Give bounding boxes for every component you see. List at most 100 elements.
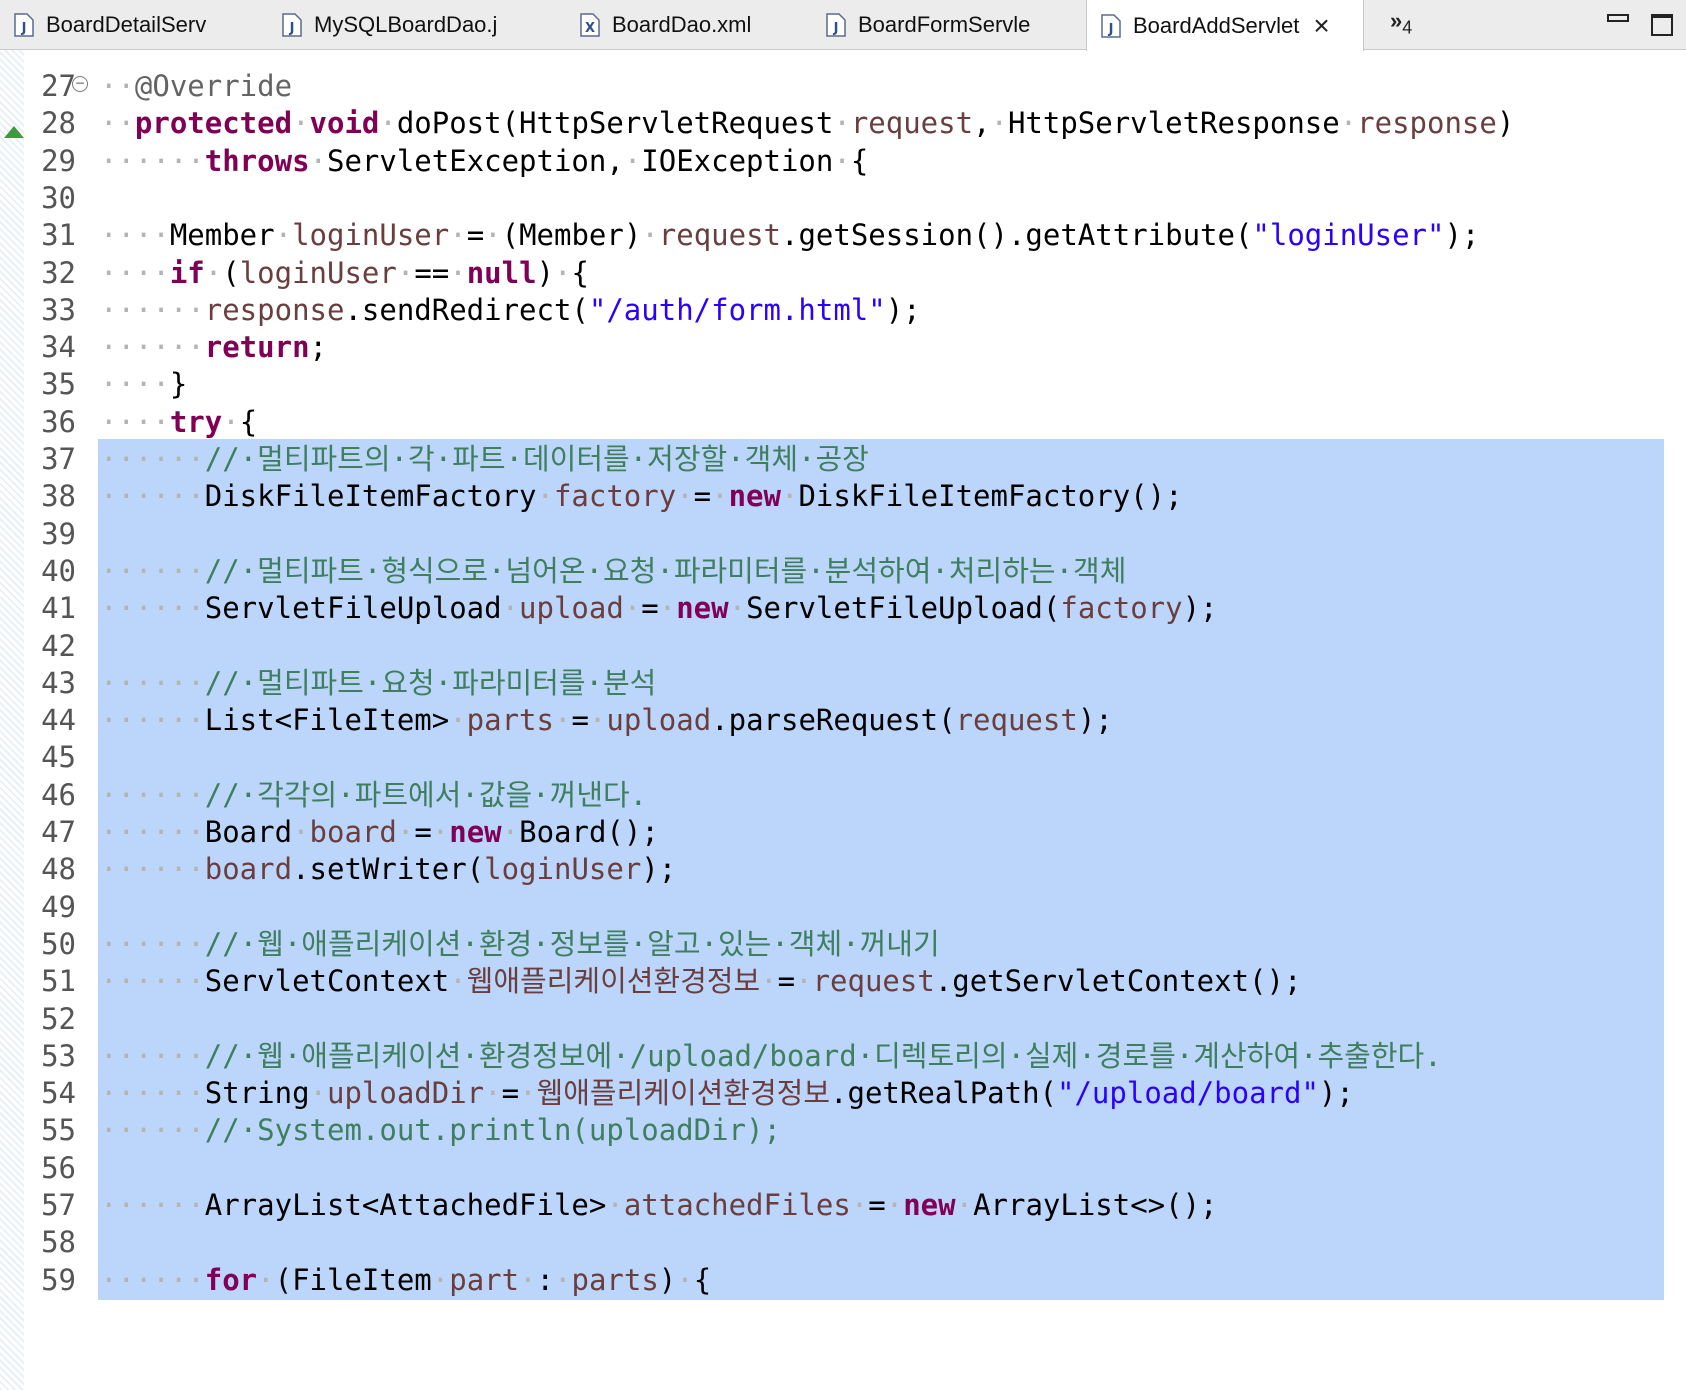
code-token: throws [204,143,310,178]
code-line[interactable]: 50 ······//·웹·애플리케이션·환경·정보를·알고·있는·객체·꺼내기 [0,923,1686,964]
code-line[interactable]: 38 ······DiskFileItemFactory·factory·=·ne… [0,476,1686,517]
code-line[interactable]: 30 [0,178,1686,218]
code-line[interactable]: 43 ······//·멀티파트·요청·파라미터를·분석 [0,662,1686,703]
code-token: · [501,591,520,626]
tab-label: BoardDao.xml [612,12,752,37]
code-token: · [309,143,327,178]
code-line[interactable]: 56 [0,1147,1686,1188]
code-token: , [973,106,991,141]
code-text: ······return; [100,327,327,367]
code-token: ······ [100,1262,205,1297]
code-text: ··@Override [100,66,292,106]
code-editor[interactable]: 27− ··@Override 28 ··protected·void·doPost(… [0,50,1686,1390]
code-line[interactable]: 42 [0,625,1686,666]
code-token: List<FileItem> [204,703,450,738]
code-line[interactable]: 46 ······//·각각의·파트에서·값을·꺼낸다. [0,774,1686,815]
code-line[interactable]: 51 ······ServletContext·웹애플리케이션환경정보·=·req… [0,961,1686,1002]
code-line[interactable]: 34 ······return; [0,327,1686,367]
code-token: = [693,479,712,514]
tab-label: BoardDetailServ [46,12,207,37]
line-number: 42 [41,628,76,663]
code-text: ······//·멀티파트·형식으로·넘어온·요청·파라미터를·분석하여·처리하… [100,551,1126,591]
code-line[interactable]: 37 ······//·멀티파트의·각·파트·데이터를·저장할·객체·공장 [0,439,1686,479]
code-line[interactable]: 44 ······List<FileItem>·parts·=·upload.pa… [0,700,1686,741]
code-token: · [222,404,240,439]
code-line[interactable]: 40 ······//·멀티파트·형식으로·넘어온·요청·파라미터를·분석하여·처… [0,550,1686,591]
code-token: · [309,1076,327,1111]
code-text: ······//·각각의·파트에서·값을·꺼낸다. [100,775,647,815]
line-number: 55 [41,1113,76,1148]
code-line[interactable]: 48 ······board.setWriter(loginUser); [0,849,1686,890]
code-token: //·웹·애플리케이션·환경정보에·/upload/board·디렉토리의·실제… [204,1038,1442,1073]
code-token: factory [1060,591,1183,626]
code-token: String [204,1076,310,1111]
code-line[interactable]: 54 ······String·uploadDir·=·웹애플리케이션환경정보.g… [0,1073,1686,1114]
code-line[interactable]: 58 [0,1222,1686,1263]
code-token: return [204,330,310,365]
code-text: ······String·uploadDir·=·웹애플리케이션환경정보.get… [100,1073,1354,1113]
code-token: · [396,255,415,290]
code-token: new [449,815,502,849]
line-number: 47 [41,815,76,849]
code-token: //·멀티파트·요청·파라미터를·분석 [204,665,657,700]
code-token: ······ [100,143,205,178]
code-token: · [292,815,310,849]
code-token: · [431,815,450,849]
code-line[interactable]: 36 ····try·{ [0,402,1686,442]
code-token: try [169,404,223,439]
code-line[interactable]: 45 [0,737,1686,778]
line-number: 54 [41,1076,76,1111]
code-line[interactable]: 35 ····} [0,364,1686,404]
code-token: · [274,218,293,253]
tab-mysql-board-dao[interactable]: J MySQLBoardDao.j [268,0,568,50]
code-token: ······ [100,777,205,812]
tab-board-detail-servlet[interactable]: J BoardDetailServ [0,0,260,50]
code-token: .sendRedirect( [344,292,589,327]
code-token: response [204,292,345,327]
tab-board-dao-xml[interactable]: X BoardDao.xml [566,0,816,50]
code-token: loginUser [292,218,450,253]
line-number: 33 [41,292,76,327]
code-token: //·각각의·파트에서·값을·꺼낸다. [204,777,648,812]
java-file-icon: J [1101,13,1121,38]
code-line[interactable]: 47 ······Board·board·=·new·Board(); [0,812,1686,852]
tab-board-add-servlet[interactable]: J BoardAddServlet × [1086,0,1364,51]
fold-toggle-icon[interactable]: − [72,76,88,92]
code-token: · [955,1188,974,1222]
code-line[interactable]: 57 ······ArrayList<AttachedFile>·attached… [0,1185,1686,1225]
code-line[interactable]: 31 ····Member·loginUser·=·(Member)·reques… [0,215,1686,255]
maximize-icon[interactable] [1651,14,1673,36]
selection-highlight [98,513,1664,554]
code-line[interactable]: 27− ··@Override [0,66,1686,106]
code-line[interactable]: 52 [0,998,1686,1039]
code-line[interactable]: 32 ····if·(loginUser·==·null)·{ [0,253,1686,293]
tab-board-form-servlet[interactable]: J BoardFormServle [812,0,1082,50]
code-line[interactable]: 59 ······for·(FileItem·part·:·parts)·{ [0,1259,1686,1300]
code-line[interactable]: 39 [0,513,1686,554]
code-token: ···· [100,218,170,253]
code-line[interactable]: 49 [0,886,1686,927]
code-line[interactable]: 41 ······ServletFileUpload·upload·=·new·S… [0,588,1686,629]
code-line[interactable]: 33 ······response.sendRedirect("/auth/for… [0,290,1686,330]
code-token: ···· [100,367,170,402]
code-token: response [1357,106,1497,141]
code-token: · [833,106,851,141]
code-token: ServletException, [327,143,624,178]
code-token: ······ [100,292,205,327]
close-icon[interactable]: × [1313,11,1329,40]
code-line[interactable]: 53 ······//·웹·애플리케이션·환경정보에·/upload/board·… [0,1035,1686,1076]
code-token: ······ [100,330,205,365]
code-token: DiskFileItemFactory(); [798,479,1183,514]
code-token: } [169,367,188,402]
line-number: 28 [41,106,76,141]
code-token: ); [885,292,921,327]
code-line[interactable]: 29 ······throws·ServletException,·IOExcep… [0,141,1686,181]
code-line[interactable]: 28 ··protected·void·doPost(HttpServletReq… [0,103,1686,143]
code-token: ······ [100,815,205,849]
code-token: .getSession().getAttribute( [781,218,1253,253]
code-line[interactable]: 55 ······//·System.out.println(uploadDir)… [0,1110,1686,1151]
minimize-icon[interactable] [1607,14,1629,22]
code-token: ) [536,255,555,290]
code-token: ······ [100,553,205,588]
tab-overflow-button[interactable]: »4 [1390,8,1412,38]
